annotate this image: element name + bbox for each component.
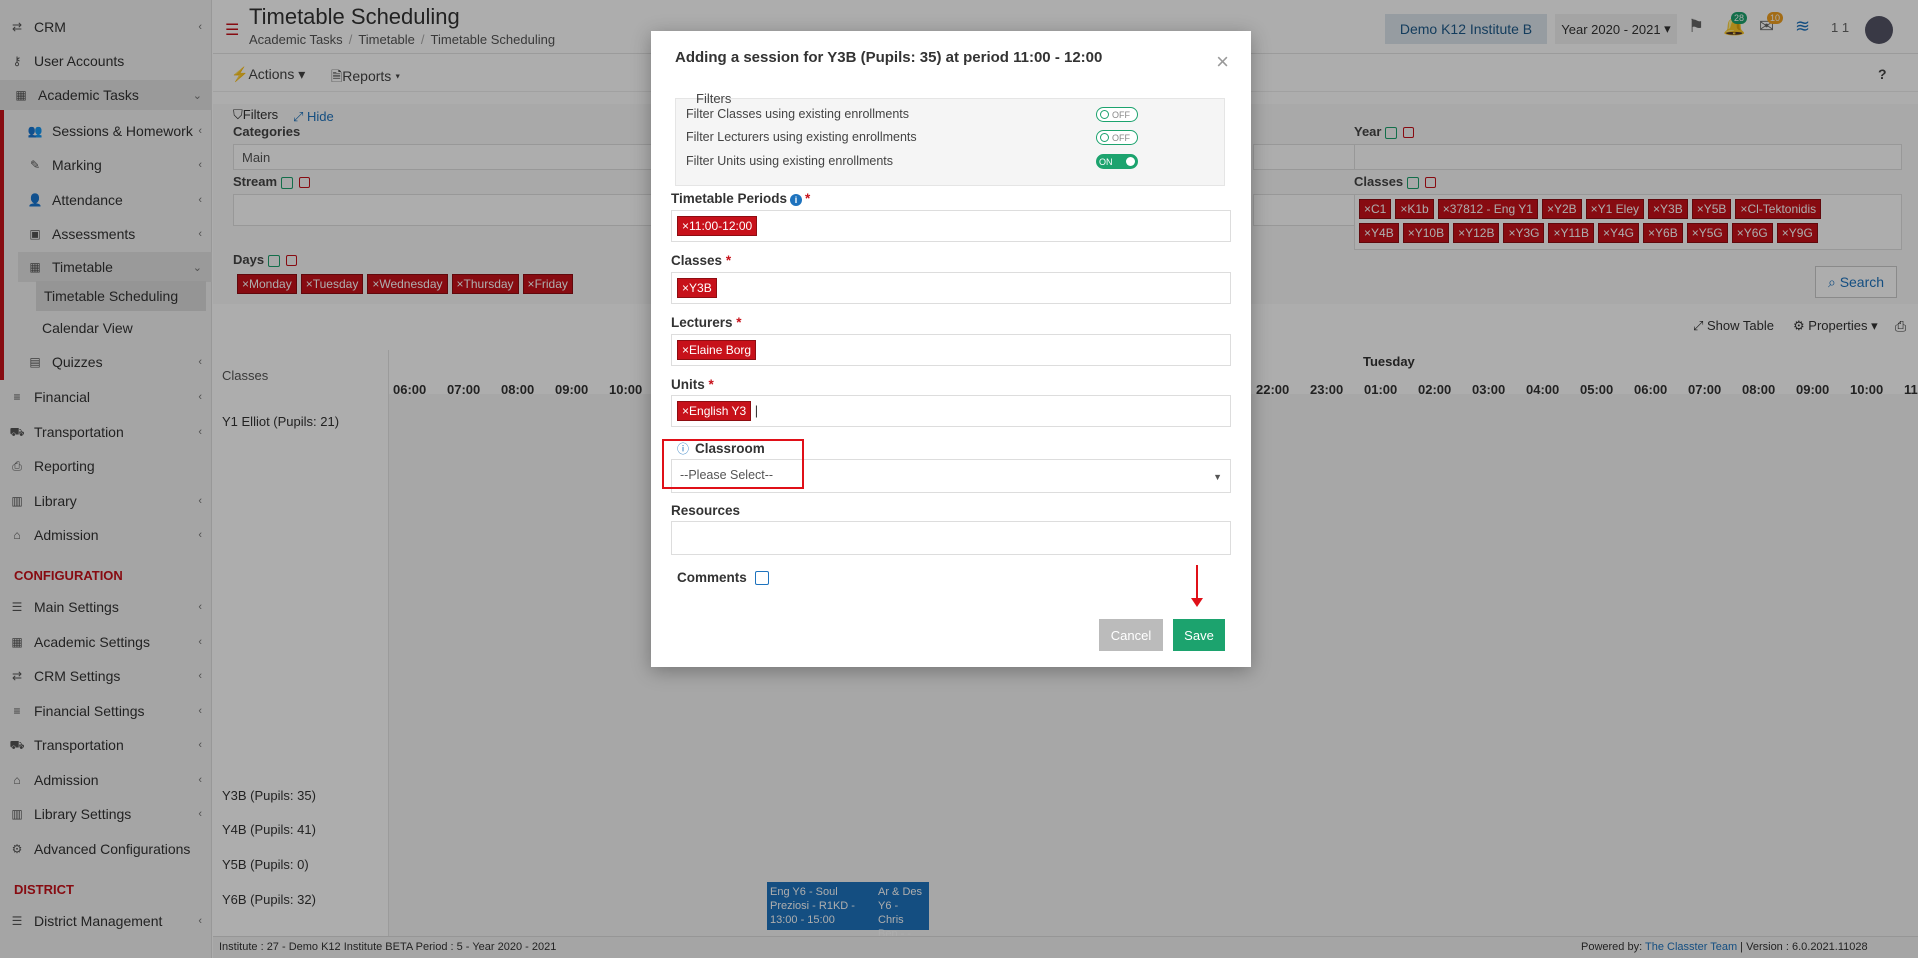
filter-units-toggle[interactable]: ON xyxy=(1096,154,1138,169)
resources-label: Resources xyxy=(671,503,741,518)
periods-field[interactable]: ×11:00-12:00 xyxy=(671,210,1231,242)
lecturers-label: Lecturers * xyxy=(671,315,742,330)
info-icon[interactable]: i xyxy=(790,194,803,206)
highlight-box xyxy=(662,439,804,489)
filters-fieldset: Filters Filter Classes using existing en… xyxy=(675,91,1225,186)
filter-classes-toggle[interactable]: OFF xyxy=(1096,107,1138,122)
edit-icon[interactable] xyxy=(754,571,769,586)
annotation-arrow xyxy=(1196,565,1198,601)
filter-lecturers-label: Filter Lecturers using existing enrollme… xyxy=(686,130,917,144)
filter-lecturers-toggle[interactable]: OFF xyxy=(1096,130,1138,145)
periods-label: Timetable Periods i * xyxy=(671,191,811,206)
dialog-title: Adding a session for Y3B (Pupils: 35) at… xyxy=(675,49,1103,66)
units-label: Units * xyxy=(671,377,714,392)
filter-units-label: Filter Units using existing enrollments xyxy=(686,154,894,168)
classes-field[interactable]: ×Y3B xyxy=(671,272,1231,304)
resources-field[interactable] xyxy=(671,521,1231,555)
class-chip[interactable]: ×Y3B xyxy=(677,278,717,298)
lecturer-chip[interactable]: ×Elaine Borg xyxy=(677,340,757,360)
units-field[interactable]: ×English Y3 | xyxy=(671,395,1231,427)
filters-legend: Filters xyxy=(696,91,732,106)
chevron-down-icon: ▼ xyxy=(1213,472,1222,482)
classes-label: Classes * xyxy=(671,253,732,268)
add-session-dialog: Adding a session for Y3B (Pupils: 35) at… xyxy=(651,31,1251,667)
close-icon[interactable]: × xyxy=(1216,49,1229,75)
comments-label: Comments xyxy=(677,570,769,586)
filter-classes-label: Filter Classes using existing enrollment… xyxy=(686,107,910,121)
annotation-arrow-head xyxy=(1191,598,1203,607)
lecturers-field[interactable]: ×Elaine Borg xyxy=(671,334,1231,366)
cancel-button[interactable]: Cancel xyxy=(1099,619,1163,651)
save-button[interactable]: Save xyxy=(1173,619,1225,651)
unit-chip[interactable]: ×English Y3 xyxy=(677,401,752,421)
period-chip[interactable]: ×11:00-12:00 xyxy=(677,216,758,236)
